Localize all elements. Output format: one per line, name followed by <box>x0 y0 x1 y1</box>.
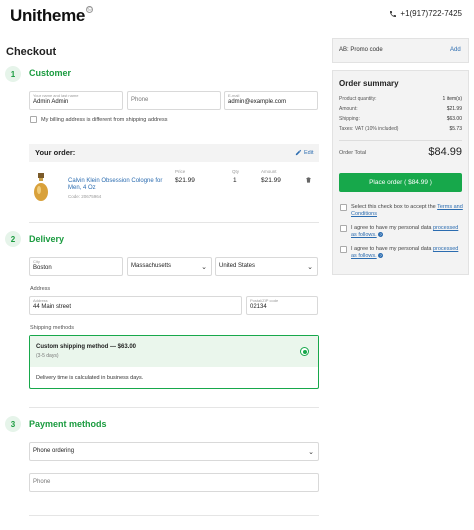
product-image[interactable] <box>33 172 49 202</box>
consent-checkbox-1[interactable] <box>340 225 347 232</box>
summary-row-value: $63.00 <box>446 116 462 122</box>
shipping-method-note: Delivery time is calculated in business … <box>36 375 144 381</box>
chevron-down-icon: ⌄ <box>201 264 207 271</box>
phone-number: +1(917)722-7425 <box>400 9 462 18</box>
logo[interactable]: Unitheme © <box>10 6 94 26</box>
order-summary-title: Order summary <box>339 79 399 88</box>
amount-column-label: Amount <box>261 169 277 174</box>
name-field[interactable]: Your name and last name Admin Admin <box>29 91 123 110</box>
section-title-customer: Customer <box>29 68 72 78</box>
order-total-value: $84.99 <box>428 146 462 158</box>
order-total-label: Order Total <box>339 150 367 156</box>
shipping-method-name: Custom shipping method — $63.00 <box>36 344 137 350</box>
item-qty: 1 <box>233 177 237 184</box>
consent-label-2: I agree to have my personal data process… <box>351 246 459 259</box>
state-select[interactable]: Massachusetts ⌄ <box>127 257 212 276</box>
summary-row-label: Taxes: VAT (10% included) <box>339 126 399 132</box>
city-field[interactable]: City Boston <box>29 257 123 276</box>
step-number-customer: 1 <box>5 66 21 82</box>
phone-field[interactable]: Phone <box>127 91 221 110</box>
promo-add-link[interactable]: Add <box>450 47 461 53</box>
order-title: Your order: <box>35 148 76 157</box>
address-field[interactable]: Address 44 Main street <box>29 296 242 315</box>
summary-row-label: Shipping: <box>339 116 360 122</box>
divider <box>29 222 319 223</box>
product-code: Code: 20675964 <box>68 194 102 199</box>
summary-row-label: Product quantity: <box>339 96 377 102</box>
help-icon[interactable]: ? <box>378 232 384 237</box>
phone-icon <box>390 10 397 17</box>
shipping-methods-heading: Shipping methods <box>30 325 75 331</box>
billing-checkbox[interactable] <box>30 116 37 123</box>
summary-row-value: $5.73 <box>449 126 462 132</box>
item-amount: $21.99 <box>261 177 281 184</box>
divider <box>339 140 462 141</box>
consent-checkbox-2[interactable] <box>340 246 347 253</box>
help-icon[interactable]: ? <box>378 253 384 258</box>
divider <box>29 515 319 516</box>
chevron-down-icon: ⌄ <box>308 449 314 456</box>
step-number-payment: 3 <box>5 416 21 432</box>
divider <box>29 407 319 408</box>
email-field[interactable]: E-mail admin@example.com <box>224 91 318 110</box>
shipping-method-days: (3-5 days) <box>36 353 59 359</box>
perfume-bottle-icon <box>34 173 48 201</box>
consent-label-1: I agree to have my personal data process… <box>351 225 459 238</box>
place-order-button[interactable]: Place order ( $84.99 ) <box>339 173 462 192</box>
phone-link[interactable]: +1(917)722-7425 <box>389 9 462 18</box>
qty-column-label: Qty <box>232 169 240 174</box>
promo-label: AB: Promo code <box>339 47 383 53</box>
price-column-label: Price <box>175 169 186 174</box>
terms-label: Select this check box to accept the Term… <box>351 204 463 217</box>
product-name-link[interactable]: Calvin Klein Obsession Cologne for Men, … <box>68 178 168 192</box>
registered-mark: © <box>86 6 94 13</box>
postal-code-field[interactable]: Postal/ZIP code 02134 <box>246 296 318 315</box>
item-price: $21.99 <box>175 177 195 184</box>
summary-row-label: Amount: <box>339 106 358 112</box>
section-title-payment: Payment methods <box>29 419 107 429</box>
shipping-method-card[interactable]: Custom shipping method — $63.00 (3-5 day… <box>29 335 319 389</box>
payment-method-select[interactable]: Phone ordering ⌄ <box>29 442 319 461</box>
section-title-delivery: Delivery <box>29 234 65 244</box>
step-number-delivery: 2 <box>5 231 21 247</box>
delete-item-button[interactable] <box>305 176 312 186</box>
edit-order-button[interactable]: Edit <box>295 149 313 156</box>
summary-row-value: 1 item(s) <box>442 96 462 102</box>
page-title: Checkout <box>6 46 57 58</box>
address-heading: Address <box>30 286 51 292</box>
terms-checkbox[interactable] <box>340 204 347 211</box>
country-select[interactable]: United States ⌄ <box>215 257 318 276</box>
summary-row-value: $21.99 <box>446 106 462 112</box>
trash-icon <box>306 177 311 183</box>
chevron-down-icon: ⌄ <box>307 264 313 271</box>
billing-label: My billing address is different from shi… <box>41 117 168 123</box>
edit-icon <box>295 149 302 156</box>
shipping-method-radio[interactable] <box>300 347 309 356</box>
payment-phone-field[interactable]: Phone <box>29 473 319 492</box>
